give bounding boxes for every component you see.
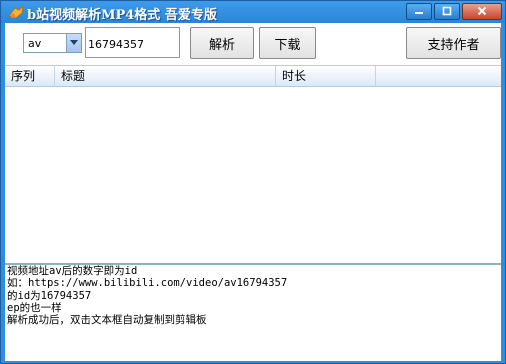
info-textbox[interactable]: 视频地址av后的数字即为id 如：https://www.bilibili.co… (5, 263, 501, 361)
log-line: 的id为16794357 (7, 289, 92, 302)
column-header-index[interactable]: 序列 (5, 66, 55, 87)
support-author-button[interactable]: 支持作者 (406, 27, 501, 59)
app-window: b站视频解析MP4格式 吾爱专版 av 16794357 解析 下载 支持作者 … (0, 0, 506, 364)
video-list[interactable]: 序列 标题 时长 (5, 65, 501, 263)
log-line: 解析成功后，双击文本框自动复制到剪辑板 (7, 314, 207, 327)
app-logo-icon (7, 4, 25, 20)
maximize-icon (442, 5, 452, 19)
minimize-icon (414, 5, 424, 19)
column-header-extra[interactable] (376, 66, 501, 87)
client-area: av 16794357 解析 下载 支持作者 序列 标题 时长 视频地址av后的… (5, 23, 501, 361)
column-header-duration[interactable]: 时长 (276, 66, 376, 87)
maximize-button[interactable] (434, 3, 460, 20)
title-bar[interactable]: b站视频解析MP4格式 吾爱专版 (1, 1, 505, 23)
log-line: 如：https://www.bilibili.com/video/av16794… (7, 277, 288, 290)
list-body[interactable] (5, 87, 501, 263)
close-icon (477, 5, 487, 19)
column-header-title[interactable]: 标题 (55, 66, 276, 87)
log-line: ep的也一样 (7, 301, 62, 314)
minimize-button[interactable] (406, 3, 432, 20)
type-select-value: av (28, 36, 42, 50)
id-input[interactable]: 16794357 (85, 27, 180, 58)
close-button[interactable] (462, 3, 502, 20)
list-header: 序列 标题 时长 (5, 66, 501, 87)
type-select[interactable]: av (23, 33, 82, 53)
download-button[interactable]: 下载 (259, 27, 316, 59)
parse-button[interactable]: 解析 (190, 27, 254, 59)
window-title: b站视频解析MP4格式 吾爱专版 (27, 8, 217, 23)
log-line: 视频地址av后的数字即为id (7, 265, 138, 277)
chevron-down-icon[interactable] (66, 34, 81, 52)
